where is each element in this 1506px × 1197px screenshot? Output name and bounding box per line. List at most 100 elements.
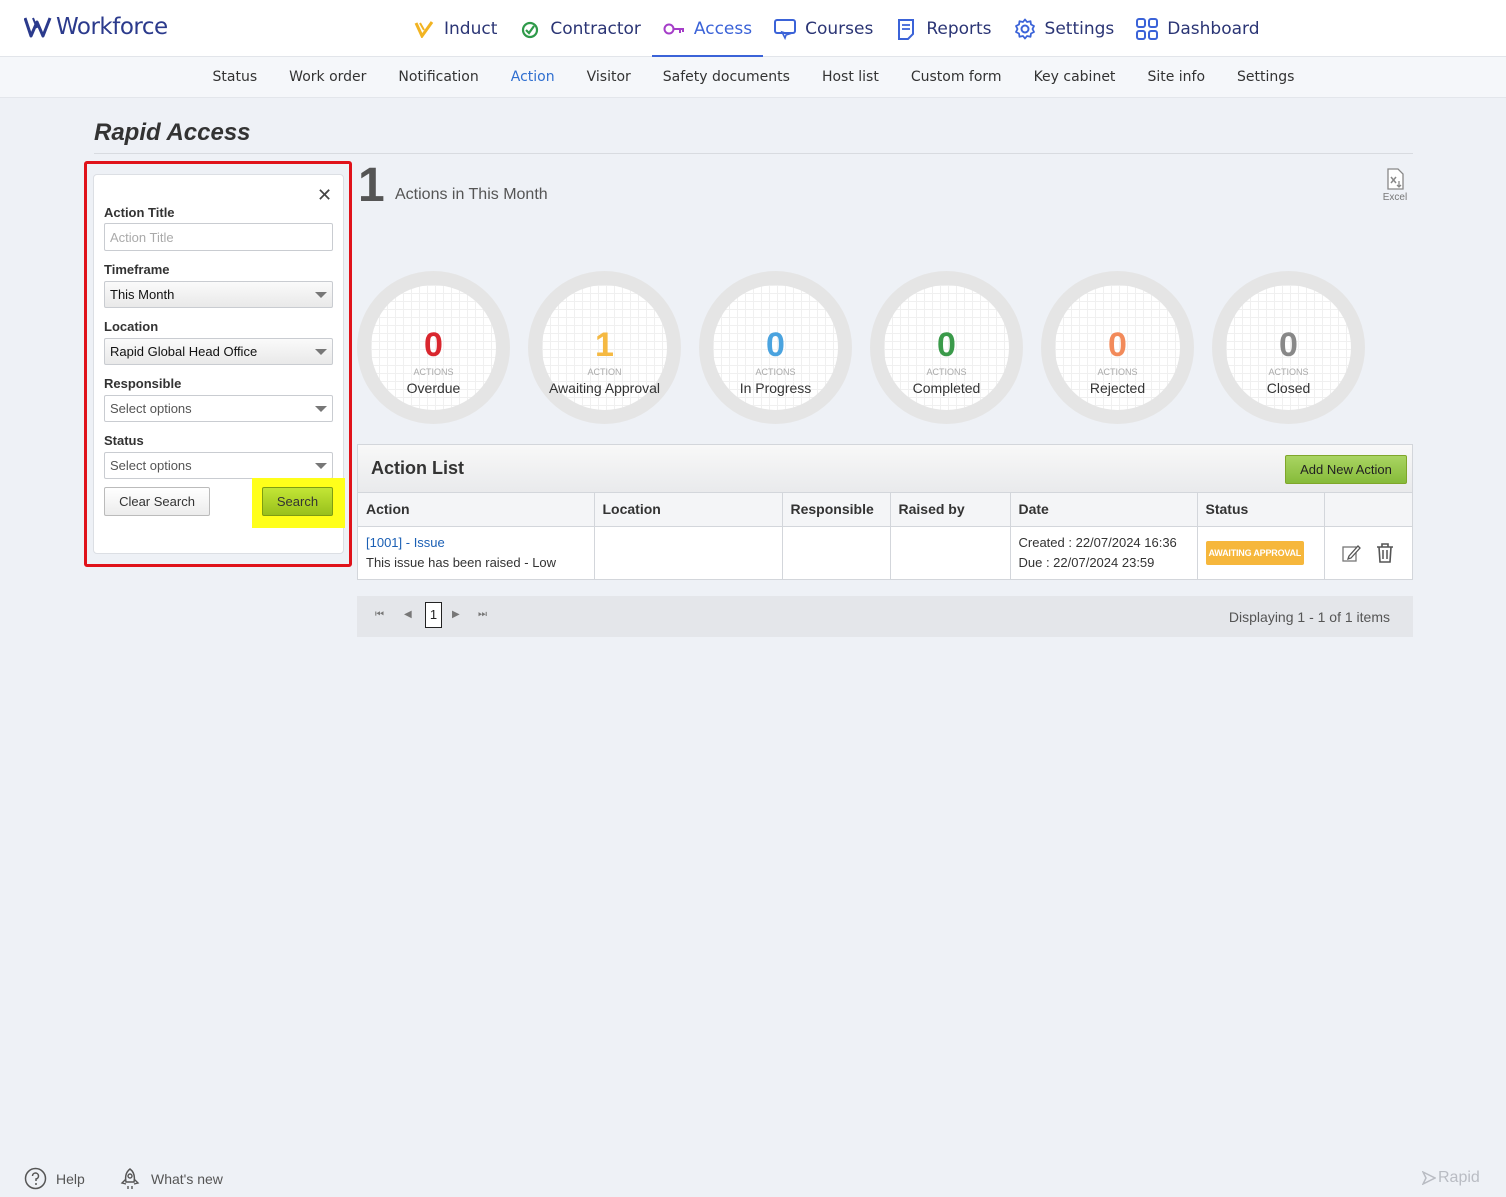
stat-in-progress-number: 0 [766, 326, 785, 364]
stat-closed-number: 0 [1279, 326, 1298, 364]
rapid-logo-icon [1422, 1171, 1436, 1185]
stat-ring-inner: 0 ACTIONS Rejected [1055, 285, 1180, 410]
subnav-custom-form[interactable]: Custom form [895, 57, 1018, 97]
location-label: Location [104, 319, 159, 334]
clear-search-button[interactable]: Clear Search [104, 487, 210, 516]
stat-rejected-unit: ACTIONS [1097, 367, 1138, 377]
subnav-notification[interactable]: Notification [382, 57, 494, 97]
footer: Help What's new [0, 1156, 1506, 1197]
stat-ring-inner: 0 ACTIONS In Progress [713, 285, 838, 410]
nav-contractor-label: Contractor [550, 18, 641, 39]
stat-closed[interactable]: 0 ACTIONS Closed [1212, 271, 1365, 424]
timeframe-select[interactable]: This Month [104, 281, 333, 308]
row-action-icons [1333, 542, 1405, 564]
whats-new-label: What's new [151, 1171, 223, 1187]
next-page-icon[interactable]: ▶ [452, 609, 460, 620]
courses-icon [774, 18, 797, 40]
last-page-icon[interactable]: ⏭ [478, 609, 487, 620]
table-row: [1001] - Issue This issue has been raise… [358, 526, 1412, 579]
cell-date: Created : 22/07/2024 16:36 Due : 22/07/2… [1010, 526, 1198, 579]
pagination-summary: Displaying 1 - 1 of 1 items [1228, 609, 1390, 625]
stat-in-progress[interactable]: 0 ACTIONS In Progress [699, 271, 852, 424]
stat-in-progress-unit: ACTIONS [755, 367, 796, 377]
excel-export-button[interactable]: Excel [1380, 168, 1410, 203]
previous-page-icon[interactable]: ◀ [404, 609, 412, 620]
column-header-status[interactable]: Status [1197, 493, 1325, 527]
chevron-down-icon [315, 349, 327, 355]
chevron-down-icon [315, 292, 327, 298]
timeframe-value: This Month [110, 287, 175, 302]
stat-overdue[interactable]: 0 ACTIONS Overdue [357, 271, 510, 424]
column-header-responsible[interactable]: Responsible [782, 493, 891, 527]
add-new-action-button[interactable]: Add New Action [1285, 455, 1407, 484]
responsible-select[interactable]: Select options [104, 395, 333, 422]
column-header-actions [1324, 493, 1412, 527]
stat-closed-unit: ACTIONS [1268, 367, 1309, 377]
stat-rejected-number: 0 [1108, 326, 1127, 364]
column-header-action[interactable]: Action [358, 493, 595, 527]
sub-navigation: Status Work order Notification Action Vi… [0, 57, 1506, 98]
table-header-row: Action Location Responsible Raised by Da… [358, 493, 1412, 527]
access-key-icon [663, 18, 685, 40]
subnav-status[interactable]: Status [197, 57, 274, 97]
stat-rejected[interactable]: 0 ACTIONS Rejected [1041, 271, 1194, 424]
actions-count-caption: Actions in This Month [395, 186, 548, 203]
nav-contractor[interactable]: Contractor [508, 0, 652, 57]
nav-courses[interactable]: Courses [763, 0, 884, 57]
stat-overdue-number: 0 [424, 326, 443, 364]
induct-icon [413, 18, 435, 40]
nav-induct[interactable]: Induct [402, 0, 508, 57]
dashboard-grid-icon [1136, 17, 1159, 40]
workforce-logo[interactable]: Workforce [24, 12, 168, 42]
subnav-site-info[interactable]: Site info [1131, 57, 1221, 97]
subnav-safety-documents[interactable]: Safety documents [647, 57, 806, 97]
stat-awaiting-approval[interactable]: 1 ACTION Awaiting Approval [528, 271, 681, 424]
subnav-visitor[interactable]: Visitor [571, 57, 647, 97]
status-select[interactable]: Select options [104, 452, 333, 479]
timeframe-label: Timeframe [104, 262, 170, 277]
rocket-icon [120, 1168, 140, 1189]
edit-icon[interactable] [1341, 543, 1361, 563]
responsible-label: Responsible [104, 376, 182, 391]
action-list-title: Action List [371, 458, 464, 478]
subnav-key-cabinet[interactable]: Key cabinet [1018, 57, 1132, 97]
column-header-raised-by[interactable]: Raised by [890, 493, 1011, 527]
stat-completed[interactable]: 0 ACTIONS Completed [870, 271, 1023, 424]
action-title-input[interactable] [104, 223, 333, 251]
subnav-settings[interactable]: Settings [1221, 57, 1310, 97]
workforce-logo-icon [24, 17, 52, 38]
nav-reports[interactable]: Reports [884, 0, 1002, 57]
stat-rejected-label: Rejected [1089, 380, 1146, 396]
column-header-date[interactable]: Date [1010, 493, 1198, 527]
nav-settings[interactable]: Settings [1003, 0, 1126, 57]
location-select[interactable]: Rapid Global Head Office [104, 338, 333, 365]
status-value: Select options [110, 458, 192, 473]
action-link[interactable]: [1001] - Issue [366, 533, 586, 553]
stat-ring-inner: 0 ACTIONS Closed [1226, 285, 1351, 410]
status-badge: AWAITING APPROVAL [1205, 540, 1305, 565]
search-button[interactable]: Search [262, 487, 333, 516]
top-navigation-bar: Workforce Induct Contractor Access Cours… [0, 0, 1506, 57]
delete-trash-icon[interactable] [1375, 542, 1395, 564]
action-table: Action Location Responsible Raised by Da… [358, 493, 1412, 579]
column-header-location[interactable]: Location [594, 493, 783, 527]
nav-settings-label: Settings [1044, 18, 1115, 39]
whats-new-link[interactable]: What's new [118, 1167, 223, 1191]
cell-action: [1001] - Issue This issue has been raise… [358, 526, 595, 579]
subnav-work-order[interactable]: Work order [273, 57, 382, 97]
action-list-panel: Action List Add New Action Action Locati… [357, 444, 1413, 580]
help-link[interactable]: Help [24, 1167, 85, 1190]
subnav-action[interactable]: Action [495, 57, 571, 97]
cell-row-actions [1324, 526, 1412, 579]
nav-dashboard[interactable]: Dashboard [1125, 0, 1270, 57]
close-filter-icon[interactable]: ✕ [317, 185, 332, 206]
stat-ring-inner: 0 ACTIONS Completed [884, 285, 1009, 410]
page-title: Rapid Access [94, 119, 251, 146]
nav-access[interactable]: Access [651, 0, 764, 57]
responsible-value: Select options [110, 401, 192, 416]
subnav-host-list[interactable]: Host list [806, 57, 895, 97]
current-page[interactable]: 1 [425, 602, 442, 628]
first-page-icon[interactable]: ⏮ [375, 609, 384, 620]
nav-access-label: Access [693, 18, 753, 39]
chevron-down-icon [315, 406, 327, 412]
